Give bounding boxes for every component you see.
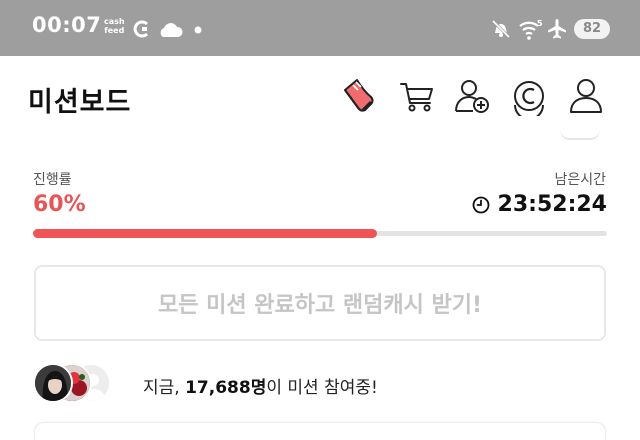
clock-icon — [472, 196, 489, 213]
mute-icon — [491, 19, 511, 39]
remaining-time-label: 남은시간 — [554, 172, 606, 188]
wifi-icon: 5 — [519, 19, 543, 40]
avatar — [33, 363, 73, 403]
cashfeed-line1: cash — [104, 17, 125, 26]
shoe-icon[interactable] — [339, 76, 379, 116]
participants-count: 17,688명 — [185, 378, 267, 398]
svg-text:5: 5 — [537, 19, 543, 28]
scroll-indicator — [560, 130, 600, 140]
progress-bar — [33, 229, 607, 238]
coin-icon[interactable] — [509, 76, 549, 116]
progress-label: 진행률 — [33, 172, 72, 188]
dot-icon — [194, 26, 202, 34]
cloud-icon — [160, 23, 183, 37]
participants-row: 지금, 17,688명이 미션 참여중! — [33, 363, 633, 403]
participants-suffix: 이 미션 참여중! — [266, 378, 378, 398]
remaining-time: 23:52:24 — [472, 192, 607, 217]
airplane-icon — [548, 19, 566, 39]
battery-icon: 82 — [574, 19, 610, 39]
mission-board-content: 진행률 60% 남은시간 23:52:24 모든 미션 완료하고 랜덤캐시 받기… — [0, 138, 640, 440]
participants-text: 지금, 17,688명이 미션 참여중! — [143, 373, 378, 398]
mission-card[interactable] — [34, 422, 606, 440]
status-time: 00:07 — [32, 13, 102, 37]
progress-bar-fill — [33, 229, 378, 238]
app-bar: 미션보드 — [0, 56, 640, 138]
profile-icon[interactable] — [566, 76, 606, 116]
participants-prefix: 지금, — [143, 378, 186, 398]
claim-random-cash-button[interactable]: 모든 미션 완료하고 랜덤캐시 받기! — [34, 265, 606, 341]
status-bar: 00:07 cash feed 5 82 — [0, 0, 640, 56]
c-app-icon — [133, 20, 149, 38]
remaining-time-value: 23:52:24 — [497, 192, 607, 217]
cart-icon[interactable] — [397, 76, 437, 116]
page-title: 미션보드 — [28, 87, 132, 118]
progress-percent: 60% — [33, 192, 86, 217]
add-friend-icon[interactable] — [453, 76, 493, 116]
cashfeed-icon: cash feed — [104, 17, 125, 35]
cashfeed-line2: feed — [104, 26, 125, 35]
